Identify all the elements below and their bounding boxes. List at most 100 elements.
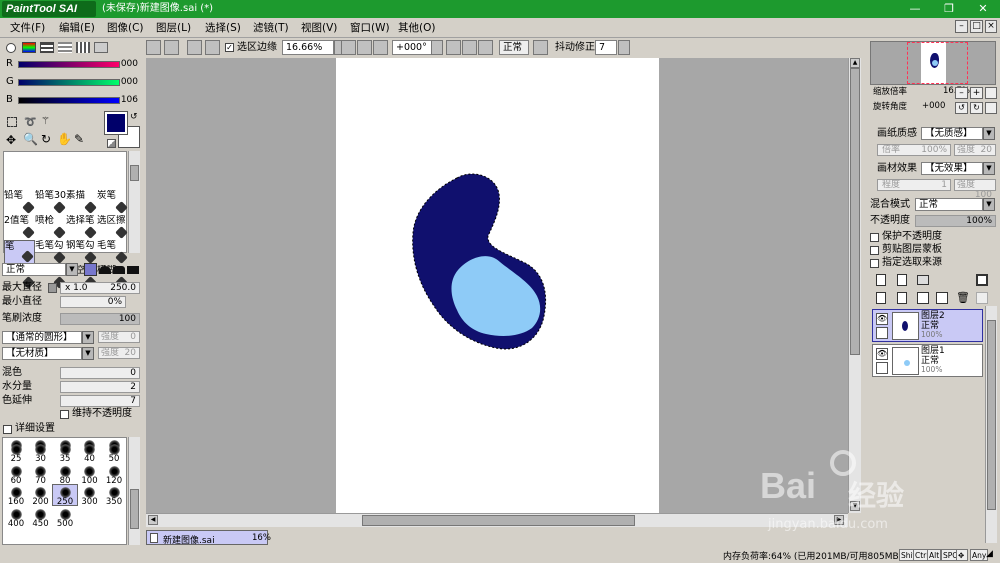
texture-dropdown[interactable]: 【无材质】 [2,347,82,360]
paper-scale-slider[interactable]: 倍率 100% [877,144,951,156]
mixer-icon[interactable] [58,42,72,53]
effect-arrow[interactable]: ▼ [983,162,995,175]
density-slider[interactable]: 100 [60,313,140,325]
menu-window[interactable]: 窗口(W) [350,21,390,35]
texture-arrow[interactable]: ▼ [82,347,94,360]
eye-icon[interactable]: 👁 [876,348,888,360]
tool-10[interactable]: 钢笔勾 [66,240,97,264]
brush-shape-arrow[interactable]: ▼ [82,331,94,344]
canvas-hscrollbar[interactable]: ◀ ▶ [146,513,848,527]
tool-11[interactable]: 毛笔 [97,240,128,264]
brush-shape-round-icon[interactable] [99,266,111,274]
menu-view[interactable]: 视图(V) [301,21,337,35]
clear-layer-icon[interactable] [917,292,929,304]
apply-mask-icon[interactable] [976,292,988,304]
new-linework-layer-icon[interactable] [897,274,907,286]
mdi-minimize-button[interactable]: – [955,20,968,33]
brush-size-100[interactable]: 100 [78,464,102,485]
minimize-button[interactable]: — [898,0,932,18]
flip-view-button[interactable] [533,40,548,55]
effect-dropdown[interactable]: 【无效果】 [921,162,983,175]
lasso-tool-icon[interactable]: ➰ [24,117,36,128]
brush-size-300[interactable]: 300 [78,485,102,507]
tool-3[interactable]: 炭笔 [97,190,128,214]
brush-shape-flat-icon[interactable] [127,266,139,274]
view-mode-button[interactable]: 正常 [499,40,529,55]
brush-shape-dropdown[interactable]: 【通常的圆形】 [2,331,82,344]
blend-slider[interactable]: 0 [60,367,140,379]
magic-wand-icon[interactable]: ⚚ [41,116,50,127]
transfer-down-icon[interactable] [876,292,886,304]
layer-list-scrollbar[interactable] [985,306,997,543]
brush-shape-soft-icon[interactable] [113,266,125,274]
nav-zoom-in-button[interactable]: + [970,87,983,99]
menu-select[interactable]: 选择(S) [205,21,241,35]
effect-degree-slider[interactable]: 程度 1 [877,179,951,191]
swap-colors-icon[interactable]: ↺ [130,112,138,122]
eyedropper-icon[interactable]: ✎ [74,132,84,146]
brush-size-250[interactable]: 250 [52,484,78,507]
g-slider[interactable] [18,79,120,86]
paper-texture-dropdown[interactable]: 【无质感】 [921,127,983,140]
invert-selection-button[interactable] [205,40,220,55]
mdi-restore-button[interactable]: □ [970,20,983,33]
rgb-slider-icon[interactable] [22,42,36,53]
deselect-button[interactable] [187,40,202,55]
copy-layer-icon[interactable] [936,292,948,304]
shape-strength-slider[interactable]: 强度 0 [98,331,140,343]
opacity-slider[interactable]: 100% [915,215,996,227]
brush-mode-arrow[interactable]: ▼ [66,263,78,276]
brush-size-25[interactable]: 25 [4,442,28,464]
tool-6[interactable]: 选择笔 [66,215,97,239]
nav-zoom-reset-button[interactable] [985,87,997,99]
angle-dropdown-arrow[interactable] [431,40,443,55]
menu-image[interactable]: 图像(C) [107,21,144,35]
stabilizer-field[interactable]: 7 [595,40,617,55]
nav-rotate-reset-button[interactable] [985,102,997,114]
canvas-paper[interactable] [336,58,659,513]
b-slider[interactable] [18,97,120,104]
zoom-field[interactable]: 16.66% [282,40,334,55]
redo-button[interactable] [164,40,179,55]
brush-size-500[interactable]: 500 [53,507,77,528]
brush-size-35[interactable]: 35 [53,442,77,464]
rotate-right-button[interactable] [462,40,477,55]
menu-layer[interactable]: 图层(L) [156,21,191,35]
protect-opacity-checkbox[interactable] [870,233,879,242]
menu-other[interactable]: 其他(O) [398,21,435,35]
brush-size-80[interactable]: 80 [53,464,77,485]
zoom-out-button[interactable] [341,40,356,55]
rotate-tool-icon[interactable]: ↻ [41,132,51,146]
nav-rotate-right-button[interactable]: ↻ [970,102,983,114]
empty-lock-icon[interactable] [876,362,888,374]
brush-size-450[interactable]: 450 [29,507,53,528]
resize-grip-icon[interactable]: ◢ [986,549,998,561]
r-slider[interactable] [18,61,120,68]
tool-palette-scrollbar[interactable] [128,151,140,253]
merge-down-icon[interactable] [897,292,907,304]
brush-size-70[interactable]: 70 [29,464,53,485]
texture-strength-slider[interactable]: 强度 20 [98,347,140,359]
brush-size-120[interactable]: 120 [102,464,126,485]
scratchpad-icon[interactable] [94,42,108,53]
tool-1[interactable]: 铅笔30 [35,190,66,214]
zoom-tool-icon[interactable]: 🔍 [23,132,38,146]
zoom-reset-button[interactable] [373,40,388,55]
select-edge-checkbox[interactable]: ✓ [225,43,234,52]
new-layer-icon[interactable] [876,274,886,286]
rotate-reset-button[interactable] [478,40,493,55]
blend-mode-dropdown[interactable]: 正常 [915,198,983,211]
color-wheel-icon[interactable] [6,43,16,53]
tool-8[interactable]: 笔 [4,240,35,264]
clip-mask-checkbox[interactable] [870,246,879,255]
undo-button[interactable] [146,40,161,55]
move-tool-icon[interactable]: ✥ [6,133,16,147]
canvas-area[interactable] [146,58,848,513]
layer-row-1[interactable]: 👁 图层2 正常 100% [872,309,983,342]
tool-0[interactable]: 铅笔 [4,190,35,214]
rotate-left-button[interactable] [446,40,461,55]
transparent-color-icon[interactable] [107,139,116,148]
nav-rotate-left-button[interactable]: ↺ [955,102,968,114]
brush-size-60[interactable]: 60 [4,464,28,485]
menu-edit[interactable]: 编辑(E) [59,21,95,35]
